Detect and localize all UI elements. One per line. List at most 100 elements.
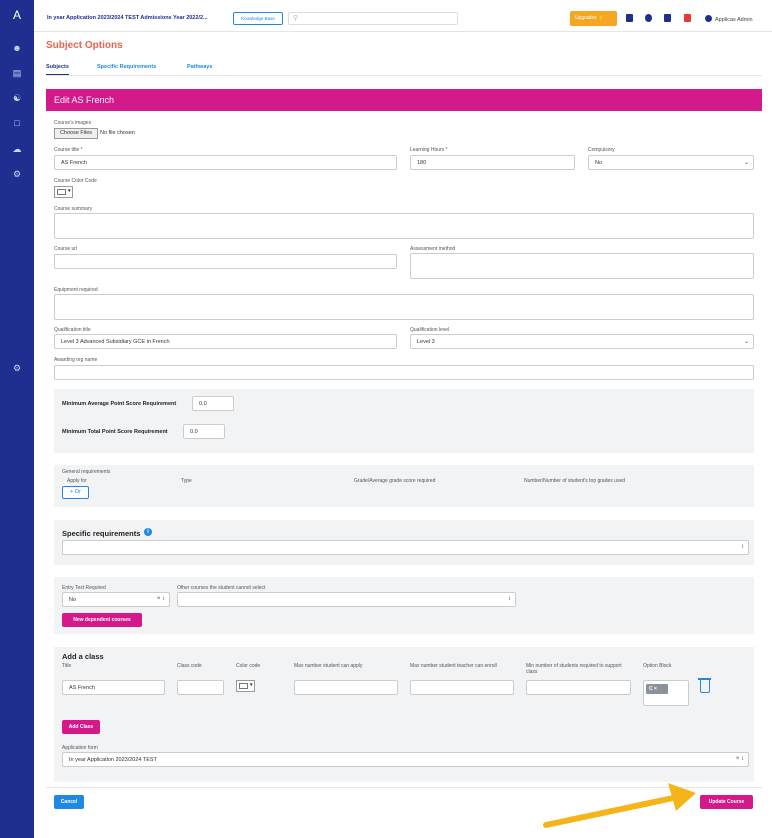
person-icon[interactable] bbox=[645, 14, 652, 22]
divider bbox=[46, 75, 762, 76]
qualification-level-label: Qualification level bbox=[410, 327, 450, 333]
clear-icon[interactable]: × ↕ bbox=[736, 756, 744, 762]
min-avg-label: Minimum Average Point Score Requirement bbox=[62, 401, 177, 407]
cloud-upload-icon[interactable]: ☁ bbox=[11, 143, 23, 155]
document-icon[interactable]: □ bbox=[11, 117, 23, 129]
tab-pathways[interactable]: Pathways bbox=[187, 64, 212, 70]
specific-requirements-select[interactable]: ↕ bbox=[62, 540, 749, 555]
annotation-arrow bbox=[543, 783, 696, 828]
col-grade: Grade/Average grade score required bbox=[354, 478, 436, 484]
col-type: Type bbox=[181, 478, 192, 484]
class-title-input[interactable]: AS French bbox=[62, 680, 165, 695]
course-images-label: Course's images bbox=[54, 120, 92, 126]
search-input[interactable]: ⚲ bbox=[288, 12, 458, 25]
course-title-input[interactable]: AS French bbox=[54, 155, 397, 170]
max-apply-input[interactable] bbox=[294, 680, 398, 695]
max-enroll-input[interactable] bbox=[410, 680, 514, 695]
option-block-tag[interactable]: C × bbox=[646, 684, 668, 694]
entry-test-label: Entry Test Required bbox=[62, 585, 106, 591]
col-top-grades: Number/Number of student's top grades us… bbox=[524, 478, 626, 484]
user-name: Applicas Admin bbox=[715, 17, 753, 23]
tab-subjects[interactable]: Subjects bbox=[46, 64, 69, 75]
dropdown-arrow-icon: ▾ bbox=[250, 682, 253, 688]
col-option-block: Option Block bbox=[643, 663, 672, 669]
qualification-title-label: Qualification title bbox=[54, 327, 91, 333]
equipment-label: Equipment required bbox=[54, 287, 98, 293]
upgrades-button[interactable]: Upgrades ⚡ bbox=[570, 11, 617, 26]
new-dependent-courses-button[interactable]: New dependent courses bbox=[62, 613, 142, 627]
qualification-level-value: Level 3 bbox=[417, 339, 435, 345]
min-total-input[interactable]: 0.0 bbox=[183, 424, 225, 439]
application-form-select[interactable]: In year Application 2023/2024 TEST × ↕ bbox=[62, 752, 749, 767]
arrow-head bbox=[668, 783, 696, 811]
learning-hours-label: Learning Hours * bbox=[410, 147, 448, 153]
avatar-icon bbox=[705, 15, 712, 22]
alert-icon[interactable] bbox=[684, 14, 691, 22]
course-color-label: Course Color Code bbox=[54, 178, 97, 184]
qualification-level-select[interactable]: Level 3 ⌄ bbox=[410, 334, 754, 349]
other-courses-select[interactable]: ↕ bbox=[177, 592, 516, 607]
search-icon: ⚲ bbox=[293, 15, 299, 22]
qualification-title-input[interactable]: Level 3 Advanced Subsidiary GCE in Frenc… bbox=[54, 334, 397, 349]
entry-test-value: No bbox=[69, 597, 77, 603]
updown-arrow-icon: ↕ bbox=[508, 596, 511, 602]
no-file-text: No file chosen bbox=[100, 130, 135, 136]
tab-specific-requirements[interactable]: Specific Requirements bbox=[97, 64, 156, 70]
updown-arrow-icon: ↕ bbox=[741, 544, 744, 550]
assessment-method-label: Assessment method bbox=[410, 246, 456, 252]
calendar-icon[interactable] bbox=[664, 14, 671, 22]
compulsory-select[interactable]: No ⌄ bbox=[588, 155, 754, 170]
user-menu[interactable]: Applicas Admin bbox=[705, 15, 753, 23]
gears-icon[interactable]: ⚙ bbox=[11, 362, 23, 374]
class-color-picker[interactable]: ▾ bbox=[236, 680, 255, 692]
top-bar: In year Application 2023/2024 TEST Admis… bbox=[34, 4, 772, 32]
modal-header: Edit AS French bbox=[46, 89, 762, 111]
clear-icon[interactable]: × ↕ bbox=[157, 596, 165, 602]
general-requirements-label: General requirements bbox=[62, 469, 111, 475]
app-logo[interactable]: A bbox=[0, 8, 34, 22]
add-class-title: Add a class bbox=[62, 652, 104, 661]
col-max-enroll: Max number student teacher can enroll bbox=[410, 663, 497, 669]
class-code-input[interactable] bbox=[177, 680, 224, 695]
trash-icon[interactable] bbox=[698, 678, 711, 693]
equipment-textarea[interactable] bbox=[54, 294, 754, 320]
assessment-method-textarea[interactable] bbox=[410, 253, 754, 279]
course-url-input[interactable] bbox=[54, 254, 397, 269]
col-color-code: Color code bbox=[236, 663, 261, 669]
score-requirements-panel bbox=[54, 389, 754, 453]
app-title[interactable]: In year Application 2023/2024 TEST Admis… bbox=[47, 15, 208, 21]
col-class-code: Class code bbox=[177, 663, 202, 669]
min-support-input[interactable] bbox=[526, 680, 631, 695]
users-icon[interactable]: ☻ bbox=[11, 42, 23, 54]
knowledge-base-button[interactable]: Knowledge Base bbox=[233, 12, 283, 25]
add-or-button[interactable]: + Or bbox=[62, 486, 89, 499]
learning-hours-input[interactable]: 180 bbox=[410, 155, 575, 170]
choose-files-button[interactable]: Choose Files bbox=[54, 128, 98, 139]
compulsory-label: Compulsory bbox=[588, 147, 615, 153]
form-icon[interactable]: ▤ bbox=[11, 67, 23, 79]
course-url-label: Course url bbox=[54, 246, 78, 252]
color-picker[interactable]: ▾ bbox=[54, 186, 73, 198]
min-total-label: Minimum Total Point Score Requirement bbox=[62, 429, 168, 435]
entry-test-select[interactable]: No × ↕ bbox=[62, 592, 170, 607]
settings-users-icon[interactable]: ⚙ bbox=[11, 168, 23, 180]
awarding-input[interactable] bbox=[54, 365, 754, 380]
min-avg-input[interactable]: 0.0 bbox=[192, 396, 234, 411]
cancel-button[interactable]: Cancel bbox=[54, 795, 84, 809]
update-course-button[interactable]: Update Course bbox=[700, 795, 753, 809]
col-title: Title bbox=[62, 663, 72, 669]
chat-icon[interactable] bbox=[626, 14, 633, 22]
add-class-button[interactable]: Add Class bbox=[62, 720, 100, 734]
col-max-apply: Max number student can apply bbox=[294, 663, 363, 669]
dropdown-arrow-icon: ▾ bbox=[68, 188, 71, 194]
arrow-shaft bbox=[543, 794, 681, 828]
group-icon[interactable]: ☯ bbox=[11, 92, 23, 104]
sidebar: A ☻ ▤ ☯ □ ☁ ⚙ ⚙ bbox=[0, 0, 34, 838]
application-form-value: In year Application 2023/2024 TEST bbox=[69, 757, 157, 763]
info-icon[interactable]: i bbox=[144, 528, 152, 536]
general-requirements-panel bbox=[54, 465, 754, 507]
page-title: Subject Options bbox=[46, 40, 123, 51]
application-form-label: Application form bbox=[62, 745, 98, 751]
course-summary-textarea[interactable] bbox=[54, 213, 754, 239]
color-swatch bbox=[57, 189, 66, 195]
